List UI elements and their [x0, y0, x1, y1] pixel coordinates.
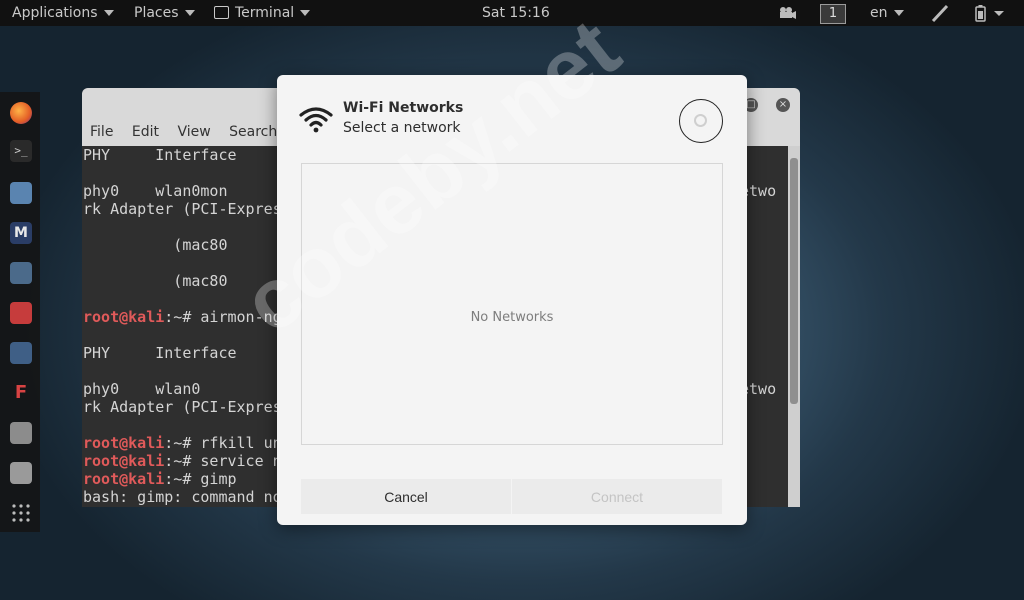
prompt-command: :~# service n [164, 452, 282, 470]
terminal-line: bash: gimp: command no [83, 488, 282, 506]
cancel-button[interactable]: Cancel [301, 479, 511, 514]
terminal-line: phy0 wlan0mon [83, 182, 228, 200]
pen-icon[interactable] [930, 0, 950, 26]
prompt-user: root@kali [83, 308, 165, 326]
chevron-down-icon [300, 10, 311, 16]
terminal-line: rk Adapter (PCI-Expres [83, 200, 282, 218]
armitage-icon[interactable] [10, 262, 32, 284]
terminal-scrollbar[interactable] [788, 146, 800, 507]
burpsuite-icon[interactable] [10, 302, 32, 324]
prompt-command: :~# gimp [164, 470, 237, 488]
terminal-prompt-line: root@kali:~# gimp [83, 470, 237, 488]
chevron-down-icon [184, 10, 195, 16]
terminal-line: PHY Interface [83, 344, 237, 362]
terminal-line: phy0 wlan0 [83, 380, 201, 398]
places-label: Places [134, 5, 179, 21]
clock[interactable]: Sat 15:16 [482, 0, 550, 26]
terminal-line: (mac80 [83, 236, 228, 254]
close-icon[interactable]: × [776, 98, 790, 112]
leafpad-icon[interactable] [10, 422, 32, 444]
language-menu[interactable]: en [870, 0, 904, 26]
terminal-icon[interactable]: >_ [10, 140, 32, 162]
terminal-icon [214, 5, 229, 19]
chevron-down-icon [893, 10, 904, 16]
applications-label: Applications [12, 5, 98, 21]
menu-edit[interactable]: Edit [132, 124, 159, 140]
prompt-command: :~# rfkill un [164, 434, 282, 452]
maltego-icon[interactable] [10, 342, 32, 364]
menu-file[interactable]: File [90, 124, 113, 140]
prompt-user: root@kali [83, 452, 165, 470]
top-panel: Applications Places Terminal Sat 15:16 1… [0, 0, 1024, 26]
applications-menu[interactable]: Applications [12, 0, 114, 26]
terminal-app-menu[interactable]: Terminal [214, 0, 311, 26]
terminal-prompt-line: root@kali:~# service n [83, 452, 282, 470]
connect-button[interactable]: Connect [512, 479, 722, 514]
workspace-number: 1 [820, 4, 846, 24]
language-label: en [870, 5, 888, 21]
empty-list-message: No Networks [470, 310, 554, 325]
video-camera-icon[interactable] [778, 0, 796, 26]
places-menu[interactable]: Places [134, 0, 195, 26]
terminal-line: rk Adapter (PCI-Expres [83, 398, 282, 416]
search-button[interactable] [679, 99, 723, 143]
dock: >_ M F [0, 92, 40, 532]
chevron-down-icon [103, 10, 114, 16]
menu-search[interactable]: Search [229, 124, 277, 140]
search-icon [694, 114, 707, 127]
prompt-user: root@kali [83, 470, 165, 488]
folder-icon[interactable] [10, 182, 32, 204]
prompt-user: root@kali [83, 434, 165, 452]
firefox-icon[interactable] [10, 102, 32, 124]
terminal-prompt-line: root@kali:~# rfkill un [83, 434, 282, 452]
battery-icon[interactable] [972, 0, 1006, 26]
metasploit-icon[interactable]: M [10, 222, 32, 244]
terminal-label: Terminal [235, 5, 295, 21]
terminal-line: (mac80 [83, 272, 228, 290]
menu-view[interactable]: View [177, 124, 210, 140]
faraday-icon[interactable]: F [10, 382, 32, 404]
show-apps-grid-icon[interactable] [10, 502, 32, 524]
terminal-line: PHY Interface [83, 146, 237, 164]
scrollbar-thumb[interactable] [790, 158, 798, 404]
workspace-indicator[interactable]: 1 [820, 3, 846, 24]
terminal-menubar: File Edit View Search [90, 124, 291, 140]
wifi-icon [299, 107, 333, 133]
application-icon[interactable] [10, 462, 32, 484]
